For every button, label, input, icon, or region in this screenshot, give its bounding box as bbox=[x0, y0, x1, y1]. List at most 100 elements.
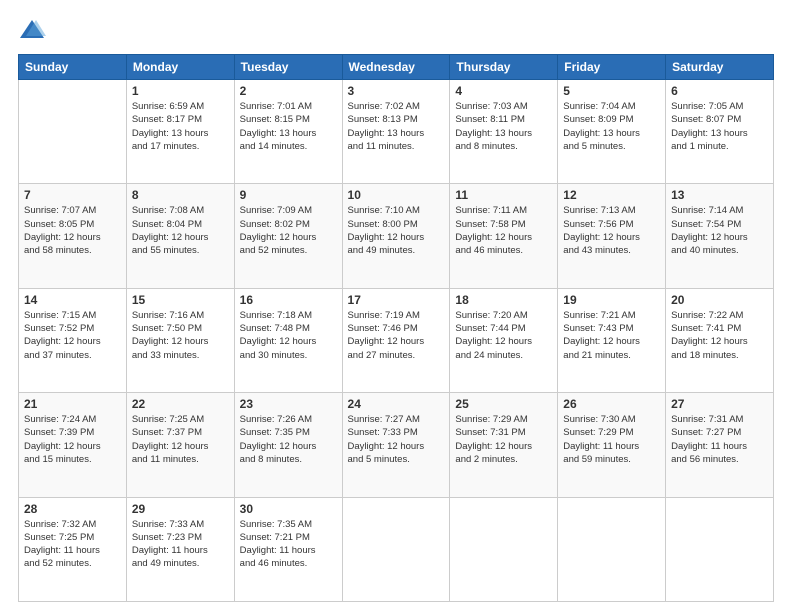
day-number: 23 bbox=[240, 397, 337, 411]
day-info: Sunrise: 7:14 AM Sunset: 7:54 PM Dayligh… bbox=[671, 204, 768, 257]
day-number: 25 bbox=[455, 397, 552, 411]
day-number: 22 bbox=[132, 397, 229, 411]
day-number: 2 bbox=[240, 84, 337, 98]
day-number: 11 bbox=[455, 188, 552, 202]
day-number: 14 bbox=[24, 293, 121, 307]
calendar-cell bbox=[666, 497, 774, 601]
calendar-week-row: 28 Sunrise: 7:32 AM Sunset: 7:25 PM Dayli… bbox=[19, 497, 774, 601]
calendar-cell: 5 Sunrise: 7:04 AM Sunset: 8:09 PM Daylig… bbox=[558, 80, 666, 184]
calendar-cell: 21 Sunrise: 7:24 AM Sunset: 7:39 PM Dayli… bbox=[19, 393, 127, 497]
day-number: 10 bbox=[348, 188, 445, 202]
calendar-cell: 17 Sunrise: 7:19 AM Sunset: 7:46 PM Dayli… bbox=[342, 288, 450, 392]
weekday-header: Thursday bbox=[450, 55, 558, 80]
day-info: Sunrise: 7:27 AM Sunset: 7:33 PM Dayligh… bbox=[348, 413, 445, 466]
day-number: 30 bbox=[240, 502, 337, 516]
day-number: 1 bbox=[132, 84, 229, 98]
day-info: Sunrise: 7:32 AM Sunset: 7:25 PM Dayligh… bbox=[24, 518, 121, 571]
calendar-cell: 7Sunrise: 7:07 AM Sunset: 8:05 PM Daylig… bbox=[19, 184, 127, 288]
calendar-cell: 9 Sunrise: 7:09 AM Sunset: 8:02 PM Daylig… bbox=[234, 184, 342, 288]
day-number: 18 bbox=[455, 293, 552, 307]
weekday-header: Sunday bbox=[19, 55, 127, 80]
day-info: Sunrise: 7:24 AM Sunset: 7:39 PM Dayligh… bbox=[24, 413, 121, 466]
day-info: Sunrise: 7:25 AM Sunset: 7:37 PM Dayligh… bbox=[132, 413, 229, 466]
day-number: 24 bbox=[348, 397, 445, 411]
calendar-cell: 29Sunrise: 7:33 AM Sunset: 7:23 PM Dayli… bbox=[126, 497, 234, 601]
calendar-cell: 15 Sunrise: 7:16 AM Sunset: 7:50 PM Dayli… bbox=[126, 288, 234, 392]
day-info: Sunrise: 7:09 AM Sunset: 8:02 PM Dayligh… bbox=[240, 204, 337, 257]
day-number: 9 bbox=[240, 188, 337, 202]
day-info: Sunrise: 7:20 AM Sunset: 7:44 PM Dayligh… bbox=[455, 309, 552, 362]
day-info: Sunrise: 6:59 AM Sunset: 8:17 PM Dayligh… bbox=[132, 100, 229, 153]
day-number: 20 bbox=[671, 293, 768, 307]
calendar-cell: 13 Sunrise: 7:14 AM Sunset: 7:54 PM Dayli… bbox=[666, 184, 774, 288]
calendar-cell: 19 Sunrise: 7:21 AM Sunset: 7:43 PM Dayli… bbox=[558, 288, 666, 392]
header bbox=[18, 16, 774, 44]
day-number: 29 bbox=[132, 502, 229, 516]
calendar-cell: 28 Sunrise: 7:32 AM Sunset: 7:25 PM Dayli… bbox=[19, 497, 127, 601]
day-info: Sunrise: 7:21 AM Sunset: 7:43 PM Dayligh… bbox=[563, 309, 660, 362]
day-info: Sunrise: 7:13 AM Sunset: 7:56 PM Dayligh… bbox=[563, 204, 660, 257]
day-info: Sunrise: 7:19 AM Sunset: 7:46 PM Dayligh… bbox=[348, 309, 445, 362]
calendar-week-row: 14 Sunrise: 7:15 AM Sunset: 7:52 PM Dayli… bbox=[19, 288, 774, 392]
calendar-cell: 14 Sunrise: 7:15 AM Sunset: 7:52 PM Dayli… bbox=[19, 288, 127, 392]
day-number: 17 bbox=[348, 293, 445, 307]
calendar-cell bbox=[19, 80, 127, 184]
weekday-header: Friday bbox=[558, 55, 666, 80]
page: SundayMondayTuesdayWednesdayThursdayFrid… bbox=[0, 0, 792, 612]
day-number: 3 bbox=[348, 84, 445, 98]
day-info: Sunrise: 7:26 AM Sunset: 7:35 PM Dayligh… bbox=[240, 413, 337, 466]
day-info: Sunrise: 7:18 AM Sunset: 7:48 PM Dayligh… bbox=[240, 309, 337, 362]
calendar-cell bbox=[342, 497, 450, 601]
day-number: 8 bbox=[132, 188, 229, 202]
calendar-cell: 4 Sunrise: 7:03 AM Sunset: 8:11 PM Daylig… bbox=[450, 80, 558, 184]
day-number: 15 bbox=[132, 293, 229, 307]
calendar-table: SundayMondayTuesdayWednesdayThursdayFrid… bbox=[18, 54, 774, 602]
day-info: Sunrise: 7:04 AM Sunset: 8:09 PM Dayligh… bbox=[563, 100, 660, 153]
calendar-cell: 25Sunrise: 7:29 AM Sunset: 7:31 PM Dayli… bbox=[450, 393, 558, 497]
day-info: Sunrise: 7:05 AM Sunset: 8:07 PM Dayligh… bbox=[671, 100, 768, 153]
day-info: Sunrise: 7:01 AM Sunset: 8:15 PM Dayligh… bbox=[240, 100, 337, 153]
day-number: 5 bbox=[563, 84, 660, 98]
calendar-cell: 30 Sunrise: 7:35 AM Sunset: 7:21 PM Dayli… bbox=[234, 497, 342, 601]
calendar-cell: 24 Sunrise: 7:27 AM Sunset: 7:33 PM Dayli… bbox=[342, 393, 450, 497]
calendar-cell: 3Sunrise: 7:02 AM Sunset: 8:13 PM Daylig… bbox=[342, 80, 450, 184]
calendar-cell: 27 Sunrise: 7:31 AM Sunset: 7:27 PM Dayli… bbox=[666, 393, 774, 497]
calendar-cell: 22 Sunrise: 7:25 AM Sunset: 7:37 PM Dayli… bbox=[126, 393, 234, 497]
day-number: 19 bbox=[563, 293, 660, 307]
calendar-cell bbox=[450, 497, 558, 601]
calendar-cell: 16Sunrise: 7:18 AM Sunset: 7:48 PM Dayli… bbox=[234, 288, 342, 392]
calendar-week-row: 1 Sunrise: 6:59 AM Sunset: 8:17 PM Daylig… bbox=[19, 80, 774, 184]
day-info: Sunrise: 7:31 AM Sunset: 7:27 PM Dayligh… bbox=[671, 413, 768, 466]
day-info: Sunrise: 7:10 AM Sunset: 8:00 PM Dayligh… bbox=[348, 204, 445, 257]
weekday-header-row: SundayMondayTuesdayWednesdayThursdayFrid… bbox=[19, 55, 774, 80]
calendar-cell: 8Sunrise: 7:08 AM Sunset: 8:04 PM Daylig… bbox=[126, 184, 234, 288]
calendar-cell: 2 Sunrise: 7:01 AM Sunset: 8:15 PM Daylig… bbox=[234, 80, 342, 184]
day-info: Sunrise: 7:11 AM Sunset: 7:58 PM Dayligh… bbox=[455, 204, 552, 257]
day-number: 12 bbox=[563, 188, 660, 202]
calendar-cell: 26Sunrise: 7:30 AM Sunset: 7:29 PM Dayli… bbox=[558, 393, 666, 497]
day-number: 6 bbox=[671, 84, 768, 98]
calendar-cell: 1 Sunrise: 6:59 AM Sunset: 8:17 PM Daylig… bbox=[126, 80, 234, 184]
day-number: 27 bbox=[671, 397, 768, 411]
calendar-cell: 10 Sunrise: 7:10 AM Sunset: 8:00 PM Dayli… bbox=[342, 184, 450, 288]
day-info: Sunrise: 7:35 AM Sunset: 7:21 PM Dayligh… bbox=[240, 518, 337, 571]
calendar-cell: 23 Sunrise: 7:26 AM Sunset: 7:35 PM Dayli… bbox=[234, 393, 342, 497]
weekday-header: Monday bbox=[126, 55, 234, 80]
day-number: 13 bbox=[671, 188, 768, 202]
logo bbox=[18, 16, 50, 44]
calendar-week-row: 21 Sunrise: 7:24 AM Sunset: 7:39 PM Dayli… bbox=[19, 393, 774, 497]
calendar-cell: 20Sunrise: 7:22 AM Sunset: 7:41 PM Dayli… bbox=[666, 288, 774, 392]
day-number: 4 bbox=[455, 84, 552, 98]
calendar-cell: 18 Sunrise: 7:20 AM Sunset: 7:44 PM Dayli… bbox=[450, 288, 558, 392]
calendar-cell bbox=[558, 497, 666, 601]
weekday-header: Tuesday bbox=[234, 55, 342, 80]
day-info: Sunrise: 7:15 AM Sunset: 7:52 PM Dayligh… bbox=[24, 309, 121, 362]
day-number: 21 bbox=[24, 397, 121, 411]
calendar-cell: 12 Sunrise: 7:13 AM Sunset: 7:56 PM Dayli… bbox=[558, 184, 666, 288]
day-info: Sunrise: 7:16 AM Sunset: 7:50 PM Dayligh… bbox=[132, 309, 229, 362]
logo-icon bbox=[18, 16, 46, 44]
calendar-cell: 6 Sunrise: 7:05 AM Sunset: 8:07 PM Daylig… bbox=[666, 80, 774, 184]
weekday-header: Saturday bbox=[666, 55, 774, 80]
day-number: 28 bbox=[24, 502, 121, 516]
day-info: Sunrise: 7:03 AM Sunset: 8:11 PM Dayligh… bbox=[455, 100, 552, 153]
